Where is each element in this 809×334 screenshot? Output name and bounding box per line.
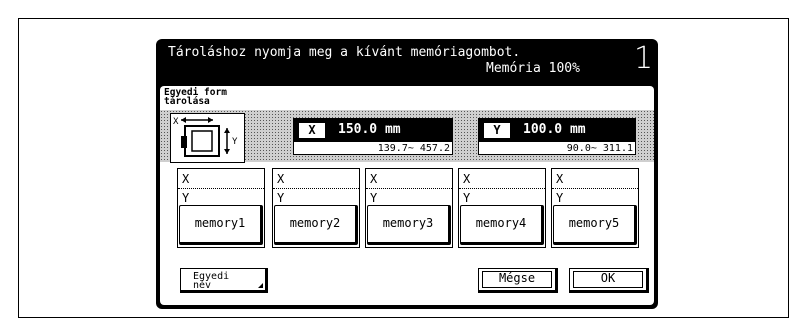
x-size-value: 150.0 mm: [338, 122, 401, 137]
memory-y-label: Y: [556, 191, 564, 205]
divider: [178, 188, 264, 189]
memory-y-label: Y: [182, 191, 190, 205]
divider: [366, 188, 452, 189]
ok-label: OK: [600, 271, 616, 285]
memory-status: Memória 100%: [486, 61, 580, 76]
memory-slot-5: X Y memory5: [551, 168, 639, 248]
memory-y-label: Y: [463, 191, 471, 205]
custom-name-line2: név: [193, 280, 212, 291]
memory3-button[interactable]: memory3: [367, 205, 451, 245]
memory-slot-4: X Y memory4: [458, 168, 546, 248]
memory-x-label: X: [277, 172, 285, 186]
screen-title: Egyedi form tárolása: [164, 88, 227, 107]
divider: [552, 188, 638, 189]
y-size-range: 90.0~ 311.1: [566, 143, 633, 154]
memory-slot-3: X Y memory3: [365, 168, 453, 248]
control-panel: Tároláshoz nyomja meg a kívánt memóriago…: [156, 39, 658, 309]
custom-size-screen: Egyedi form tárolása X Y X 150.0 mm 139.…: [160, 86, 654, 305]
memory-y-label: Y: [277, 191, 285, 205]
cancel-label: Mégse: [498, 271, 536, 285]
memory1-button[interactable]: memory1: [179, 205, 263, 245]
cancel-button[interactable]: Mégse: [478, 268, 558, 293]
y-size-value: 100.0 mm: [523, 122, 586, 137]
memory-x-label: X: [463, 172, 471, 186]
instruction-message: Tároláshoz nyomja meg a kívánt memóriago…: [168, 45, 521, 60]
memory-slot-2: X Y memory2: [272, 168, 360, 248]
x-size-range: 139.7~ 457.2: [377, 143, 450, 154]
screen-title-line2: tárolása: [164, 96, 210, 107]
submenu-corner-icon: [258, 283, 263, 288]
x-size-field[interactable]: X 150.0 mm 139.7~ 457.2: [293, 118, 453, 155]
memory2-button[interactable]: memory2: [274, 205, 358, 245]
x-size-display: X 150.0 mm: [294, 119, 452, 142]
memory5-button[interactable]: memory5: [553, 205, 637, 245]
memory-y-label: Y: [370, 191, 378, 205]
diagram-x-label: X: [173, 117, 179, 127]
y-axis-button[interactable]: Y: [483, 122, 511, 139]
memory-slot-1: X Y memory1: [177, 168, 265, 248]
memory-x-label: X: [556, 172, 564, 186]
copy-count: 1: [634, 41, 654, 76]
x-axis-button[interactable]: X: [298, 122, 326, 139]
divider: [273, 188, 359, 189]
ok-button[interactable]: OK: [569, 268, 649, 293]
memory-x-label: X: [370, 172, 378, 186]
y-size-field[interactable]: Y 100.0 mm 90.0~ 311.1: [478, 118, 636, 155]
memory4-button[interactable]: memory4: [460, 205, 544, 245]
y-size-display: Y 100.0 mm: [479, 119, 635, 142]
diagram-y-label: Y: [232, 137, 238, 147]
custom-name-button[interactable]: Egyedi név: [180, 268, 268, 293]
memory-x-label: X: [182, 172, 190, 186]
paper-size-diagram-icon: X Y: [170, 113, 245, 163]
panel-header: Tároláshoz nyomja meg a kívánt memóriago…: [156, 39, 658, 85]
divider: [459, 188, 545, 189]
custom-name-label: Egyedi név: [193, 272, 229, 291]
